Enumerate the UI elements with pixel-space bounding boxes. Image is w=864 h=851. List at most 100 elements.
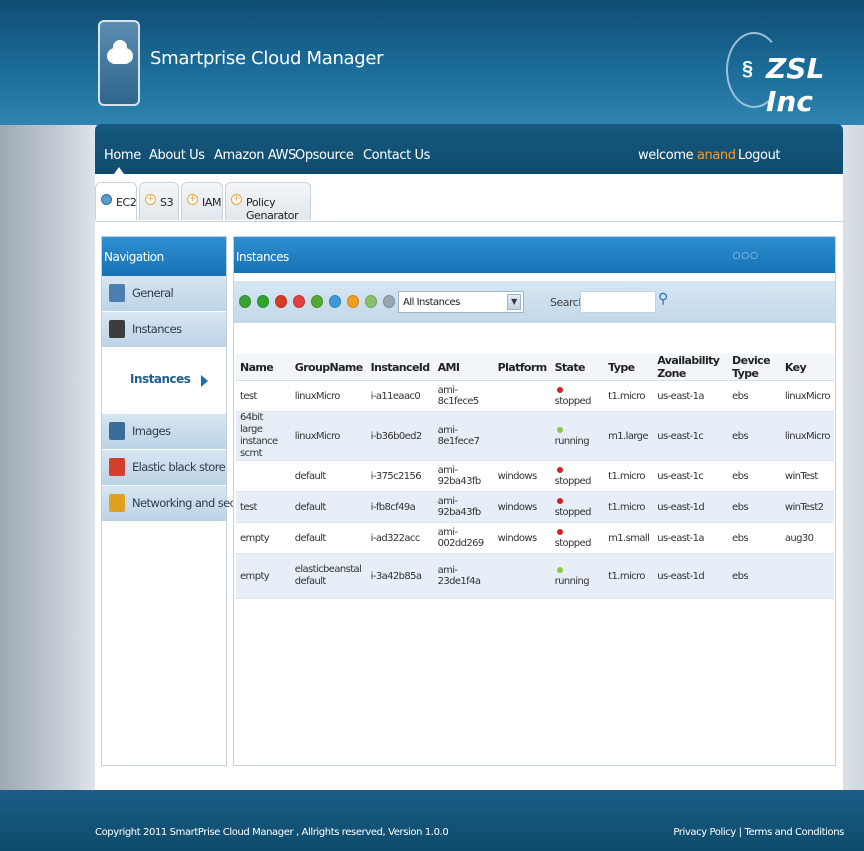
nav-about-us[interactable]: About Us xyxy=(149,148,205,163)
cell-type: t1.micro xyxy=(604,553,654,599)
plus-icon: + xyxy=(187,194,198,205)
state-label: stopped xyxy=(554,538,592,549)
tab-s3[interactable]: + S3 xyxy=(139,182,179,220)
top-nav: Home About Us Amazon AWS Opsource Contac… xyxy=(95,124,843,174)
console-icon[interactable] xyxy=(347,295,359,308)
cell-group: linuxMicro xyxy=(290,411,367,461)
cell-type: t1.micro xyxy=(604,460,654,492)
col-groupname[interactable]: GroupName xyxy=(290,354,367,381)
cell-platform: windows xyxy=(493,522,551,554)
sidebar-item-label: Instances xyxy=(132,322,182,336)
search-input[interactable] xyxy=(580,291,656,313)
cell-name: test xyxy=(236,380,291,412)
sidebar-item-networking-security[interactable]: Networking and security xyxy=(102,486,259,522)
cell-state: stopped xyxy=(550,491,605,523)
monitor-icon[interactable] xyxy=(329,295,341,308)
plus-icon: + xyxy=(145,194,156,205)
plus-icon: + xyxy=(231,194,242,205)
sidebar-item-elastic-block-store[interactable]: Elastic black store xyxy=(102,450,226,486)
col-type[interactable]: Type xyxy=(604,354,654,381)
cell-device: ebs xyxy=(728,522,781,554)
status-running-icon xyxy=(556,567,563,573)
cell-group: linuxMicro xyxy=(290,380,367,412)
status-stopped-icon xyxy=(556,498,563,504)
table-row[interactable]: empty default i-ad322acc ami-002dd269 wi… xyxy=(236,522,834,554)
cell-zone: us-east-1c xyxy=(653,460,729,492)
tab-ec2-label: EC2 xyxy=(116,196,137,209)
table-row[interactable]: 64bit large instance scmt linuxMicro i-b… xyxy=(236,411,834,461)
app-logo[interactable] xyxy=(98,20,140,106)
reboot-icon[interactable] xyxy=(311,295,323,308)
col-state[interactable]: State xyxy=(550,354,605,381)
cell-ami: ami-92ba43fb xyxy=(433,460,494,492)
search-icon[interactable]: ⚲ xyxy=(658,290,668,307)
col-key[interactable]: Key xyxy=(780,354,834,381)
welcome-user[interactable]: anand xyxy=(697,148,736,163)
stop-icon[interactable] xyxy=(275,295,287,308)
instances-toolbar: All Instances ▼ Search ⚲ xyxy=(234,281,835,323)
cell-state: running xyxy=(550,411,605,461)
panel-options-icon[interactable]: ○○○ xyxy=(732,251,759,261)
cell-instance: i-ad322acc xyxy=(366,522,434,554)
sidebar-item-label: Elastic black store xyxy=(132,460,226,474)
col-availability-zone[interactable]: Availability Zone xyxy=(653,354,729,381)
col-platform[interactable]: Platform xyxy=(493,354,551,381)
panel-title: Instances xyxy=(236,250,289,264)
sidebar-item-images[interactable]: Images xyxy=(102,414,226,450)
cell-name: empty xyxy=(236,522,291,554)
instances-icon xyxy=(109,320,125,338)
nav-amazon-aws[interactable]: Amazon AWS xyxy=(214,148,296,163)
footer: Copyright 2011 SmartPrise Cloud Manager … xyxy=(0,790,864,851)
nav-home[interactable]: Home xyxy=(104,148,141,163)
col-name[interactable]: Name xyxy=(236,354,291,381)
logout-link[interactable]: Logout xyxy=(738,148,781,163)
nav-opsource[interactable]: Opsource xyxy=(295,148,354,163)
col-device-type[interactable]: Device Type xyxy=(728,354,781,381)
col-ami[interactable]: AMI xyxy=(433,354,494,381)
privacy-policy-link[interactable]: Privacy Policy xyxy=(673,827,736,838)
tab-policy-generator-label: Policy Genarator xyxy=(246,196,299,222)
cell-zone: us-east-1a xyxy=(653,522,729,554)
cell-zone: us-east-1c xyxy=(653,411,729,461)
table-row[interactable]: empty elasticbeanstal default i-3a42b85a… xyxy=(236,553,834,599)
sidebar-item-general[interactable]: General xyxy=(102,276,226,312)
cell-group: default xyxy=(290,491,367,523)
cell-type: m1.large xyxy=(604,411,654,461)
tab-ec2[interactable]: EC2 xyxy=(95,182,137,220)
chevron-down-icon[interactable]: ▼ xyxy=(507,294,521,310)
cloud-icon xyxy=(107,40,133,64)
cell-key: linuxMicro xyxy=(780,380,834,412)
sidebar-subitem-instances[interactable]: Instances xyxy=(102,348,226,414)
refresh-icon[interactable] xyxy=(239,295,251,308)
table-row[interactable]: test default i-fb8cf49a ami-92ba43fb win… xyxy=(236,491,834,523)
col-instanceid[interactable]: InstanceId xyxy=(366,354,434,381)
welcome-label: welcome xyxy=(638,148,694,163)
arrow-right-icon xyxy=(201,375,208,387)
export-icon[interactable] xyxy=(383,295,395,308)
header: Smartprise Cloud Manager § ZSL Inc xyxy=(0,0,864,125)
cell-key xyxy=(780,553,834,599)
instance-filter-select[interactable]: All Instances ▼ xyxy=(398,291,524,313)
sidebar-item-label: Images xyxy=(132,424,171,438)
terminate-icon[interactable] xyxy=(293,295,305,308)
tab-policy-generator[interactable]: + Policy Genarator xyxy=(225,182,311,222)
sidebar-item-instances[interactable]: Instances xyxy=(102,312,226,348)
tab-s3-label: S3 xyxy=(160,196,174,209)
footer-copyright: Copyright 2011 SmartPrise Cloud Manager … xyxy=(95,827,449,838)
tab-iam-label: IAM xyxy=(202,196,222,209)
ec2-icon xyxy=(101,194,112,205)
table-row[interactable]: default i-375c2156 ami-92ba43fb windows … xyxy=(236,460,834,492)
active-nav-caret xyxy=(114,167,124,174)
table-row[interactable]: test linuxMicro i-a11eaac0 ami-8c1fece5 … xyxy=(236,380,834,412)
panel-title-bar: Instances ○○○ xyxy=(234,237,835,273)
tab-iam[interactable]: + IAM xyxy=(181,182,223,220)
cell-name xyxy=(236,460,291,492)
nav-contact-us[interactable]: Contact Us xyxy=(363,148,430,163)
terms-link[interactable]: Terms and Conditions xyxy=(744,827,844,838)
attach-icon[interactable] xyxy=(365,295,377,308)
cell-platform xyxy=(493,411,551,461)
brand-mark-icon: § xyxy=(742,58,754,80)
status-stopped-icon xyxy=(556,387,563,393)
brand-logo[interactable]: § ZSL Inc xyxy=(726,32,846,118)
start-icon[interactable] xyxy=(257,295,269,308)
